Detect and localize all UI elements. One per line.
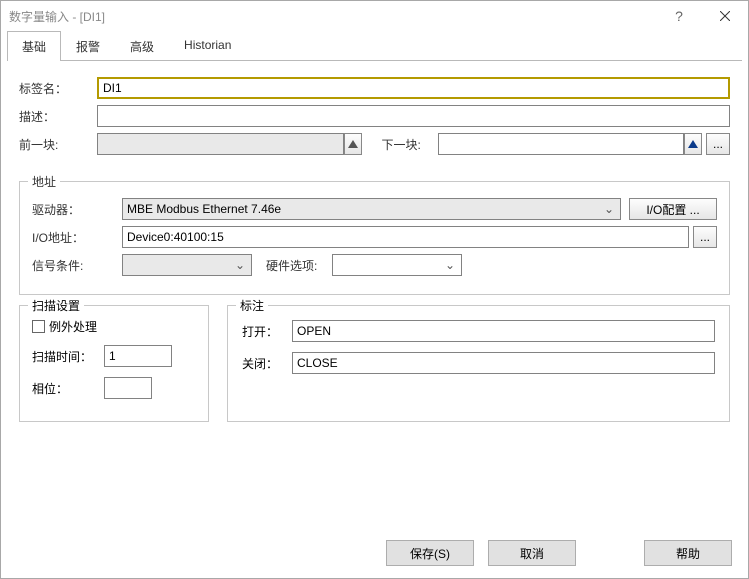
tab-advanced[interactable]: 高级 <box>115 31 169 61</box>
prev-combo[interactable] <box>97 133 344 155</box>
cancel-button[interactable]: 取消 <box>488 540 576 566</box>
footer: 保存(S) 取消 帮助 <box>386 540 732 566</box>
close-input[interactable]: CLOSE <box>292 352 715 374</box>
window-title: 数字量输入 - [DI1] <box>9 8 656 25</box>
label-legend: 标注 <box>236 297 268 314</box>
next-label: 下一块: <box>382 136 438 153</box>
next-browse-button[interactable]: ... <box>706 133 730 155</box>
tagname-label: 标签名： <box>19 80 97 97</box>
prev-spin[interactable] <box>344 133 362 155</box>
scan-group: 扫描设置 例外处理 扫描时间： 1 相位： <box>19 305 209 422</box>
close-value: CLOSE <box>297 356 338 370</box>
address-group: 地址 驱动器： MBE Modbus Ethernet 7.46e ⌄ I/O配… <box>19 181 730 295</box>
next-spin[interactable] <box>684 133 702 155</box>
tab-basic[interactable]: 基础 <box>7 31 61 61</box>
tab-bar: 基础 报警 高级 Historian <box>1 31 748 61</box>
chevron-down-icon: ⌄ <box>602 202 616 216</box>
signal-combo[interactable]: ⌄ <box>122 254 252 276</box>
label-group: 标注 打开： OPEN 关闭： CLOSE <box>227 305 730 422</box>
ioaddr-value: Device0:40100:15 <box>127 230 224 244</box>
phase-input[interactable] <box>104 377 152 399</box>
close-label: 关闭： <box>242 355 292 372</box>
driver-value: MBE Modbus Ethernet 7.46e <box>127 202 602 216</box>
address-legend: 地址 <box>28 173 60 190</box>
titlebar: 数字量输入 - [DI1] ? <box>1 1 748 31</box>
dialog-window: 数字量输入 - [DI1] ? 基础 报警 高级 Historian 标签名： … <box>0 0 749 579</box>
ioaddr-input[interactable]: Device0:40100:15 <box>122 226 689 248</box>
phase-label: 相位： <box>32 380 104 397</box>
signal-label: 信号条件: <box>32 257 122 274</box>
io-config-button[interactable]: I/O配置 ... <box>629 198 717 220</box>
exception-label: 例外处理 <box>49 318 97 335</box>
prev-label: 前一块: <box>19 136 97 153</box>
scantime-input[interactable]: 1 <box>104 345 172 367</box>
driver-combo[interactable]: MBE Modbus Ethernet 7.46e ⌄ <box>122 198 621 220</box>
save-button[interactable]: 保存(S) <box>386 540 474 566</box>
open-label: 打开： <box>242 323 292 340</box>
tab-content: 标签名： DI1 描述： 前一块: 下一块: ... 地址 驱动器： <box>1 61 748 438</box>
scantime-label: 扫描时间： <box>32 348 104 365</box>
scan-legend: 扫描设置 <box>28 297 84 314</box>
help-button[interactable]: 帮助 <box>644 540 732 566</box>
chevron-down-icon: ⌄ <box>233 258 247 272</box>
desc-input[interactable] <box>97 105 730 127</box>
ioaddr-label: I/O地址： <box>32 229 122 246</box>
tab-alarm[interactable]: 报警 <box>61 31 115 61</box>
tagname-value: DI1 <box>103 81 122 95</box>
driver-label: 驱动器： <box>32 201 122 218</box>
next-combo[interactable] <box>438 133 685 155</box>
help-icon[interactable]: ? <box>656 1 702 31</box>
tab-historian[interactable]: Historian <box>169 31 246 61</box>
open-value: OPEN <box>297 324 331 338</box>
close-icon[interactable] <box>702 1 748 31</box>
tagname-input[interactable]: DI1 <box>97 77 730 99</box>
exception-checkbox[interactable] <box>32 320 45 333</box>
hwopt-combo[interactable]: ⌄ <box>332 254 462 276</box>
scantime-value: 1 <box>109 349 116 363</box>
open-input[interactable]: OPEN <box>292 320 715 342</box>
ioaddr-browse-button[interactable]: ... <box>693 226 717 248</box>
chevron-down-icon: ⌄ <box>443 258 457 272</box>
desc-label: 描述： <box>19 108 97 125</box>
hwopt-label: 硬件选项: <box>266 257 332 274</box>
